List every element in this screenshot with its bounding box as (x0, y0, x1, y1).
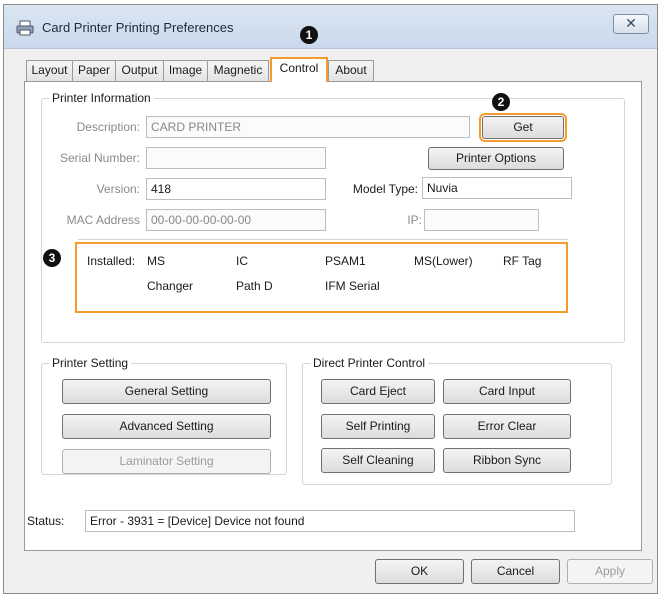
installed-item: Path D (236, 279, 273, 293)
tab-image[interactable]: Image (163, 60, 208, 81)
tab-control[interactable]: Control (270, 57, 328, 82)
printer-options-button[interactable]: Printer Options (428, 147, 564, 170)
info-separator (78, 239, 568, 240)
installed-item: PSAM1 (325, 254, 366, 268)
tab-output[interactable]: Output (115, 60, 164, 81)
printer-setting-group: Printer Setting General Setting Advanced… (41, 356, 287, 475)
serial-number-field[interactable] (146, 147, 326, 169)
direct-printer-control-legend: Direct Printer Control (310, 356, 429, 370)
installed-label: Installed: (87, 254, 136, 268)
self-cleaning-button[interactable]: Self Cleaning (321, 448, 435, 473)
ip-label: IP: (407, 213, 422, 227)
window-title: Card Printer Printing Preferences (42, 20, 234, 35)
printer-information-legend: Printer Information (49, 91, 154, 105)
description-field[interactable]: CARD PRINTER (146, 116, 470, 138)
error-clear-button[interactable]: Error Clear (443, 414, 571, 439)
card-eject-button[interactable]: Card Eject (321, 379, 435, 404)
tab-paper[interactable]: Paper (72, 60, 116, 81)
printer-icon (16, 20, 34, 36)
laminator-setting-button[interactable]: Laminator Setting (62, 449, 271, 474)
self-printing-button[interactable]: Self Printing (321, 414, 435, 439)
close-icon: ✕ (625, 15, 637, 31)
serial-number-label: Serial Number: (59, 151, 140, 165)
mac-address-label: MAC Address (66, 213, 140, 227)
tab-layout[interactable]: Layout (26, 60, 73, 81)
version-label: Version: (96, 182, 140, 196)
ribbon-sync-button[interactable]: Ribbon Sync (443, 448, 571, 473)
model-type-label: Model Type: (352, 182, 418, 196)
installed-item: IFM Serial (325, 279, 380, 293)
advanced-setting-button[interactable]: Advanced Setting (62, 414, 271, 439)
tab-about[interactable]: About (328, 60, 374, 81)
version-field[interactable]: 418 (146, 178, 326, 200)
callout-badge-3: 3 (43, 249, 61, 267)
installed-item: MS(Lower) (414, 254, 473, 268)
general-setting-button[interactable]: General Setting (62, 379, 271, 404)
status-field: Error - 3931 = [Device] Device not found (85, 510, 575, 532)
model-type-field[interactable]: Nuvia (422, 177, 572, 199)
preferences-window: Card Printer Printing Preferences ✕ 1 La… (3, 4, 658, 594)
callout-badge-1: 1 (300, 26, 318, 44)
cancel-button[interactable]: Cancel (471, 559, 560, 584)
apply-button[interactable]: Apply (567, 559, 653, 584)
installed-options-box: Installed: MS IC PSAM1 MS(Lower) RF Tag … (75, 242, 568, 313)
installed-item: MS (147, 254, 165, 268)
card-input-button[interactable]: Card Input (443, 379, 571, 404)
callout-badge-2: 2 (492, 93, 510, 111)
close-button[interactable]: ✕ (613, 14, 649, 34)
status-label: Status: (27, 514, 65, 528)
direct-printer-control-group: Direct Printer Control Card Eject Card I… (302, 356, 612, 485)
installed-item: Changer (147, 279, 194, 293)
tab-magnetic[interactable]: Magnetic (207, 60, 269, 81)
mac-address-field[interactable]: 00-00-00-00-00-00 (146, 209, 326, 231)
get-button[interactable]: Get (479, 113, 567, 142)
ip-field[interactable] (424, 209, 539, 231)
installed-item: IC (236, 254, 248, 268)
description-label: Description: (76, 120, 140, 134)
ok-button[interactable]: OK (375, 559, 464, 584)
installed-item: RF Tag (503, 254, 542, 268)
title-bar: Card Printer Printing Preferences ✕ (4, 5, 657, 49)
control-tab-panel: Printer Information Description: CARD PR… (24, 81, 642, 551)
printer-information-group: Printer Information Description: CARD PR… (41, 91, 625, 343)
printer-setting-legend: Printer Setting (49, 356, 132, 370)
